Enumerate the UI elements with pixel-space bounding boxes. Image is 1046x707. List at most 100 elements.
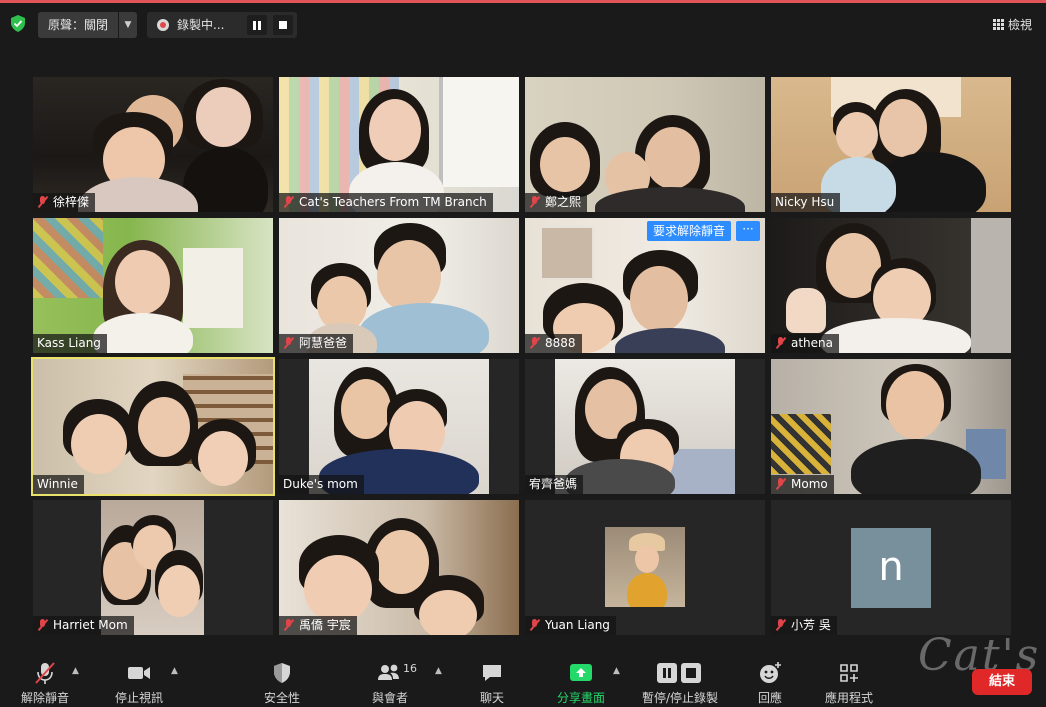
video-feed-shape [196,87,251,147]
share-screen-label: 分享畫面 [556,691,605,705]
reactions-label: 回應 [757,691,782,705]
avatar: n [851,528,931,608]
participant-name: 徐梓傑 [53,195,90,209]
participant-name: 小芳 吳 [791,618,831,632]
mic-muted-icon [37,196,48,208]
security-label: 安全性 [263,691,300,705]
chevron-up-icon[interactable]: ▲ [613,666,623,676]
request-unmute-button[interactable]: 要求解除靜音 [646,221,731,241]
participants-button[interactable]: 16 與會者 [360,652,420,707]
view-label: 檢視 [1007,18,1032,32]
top-bar: 原聲：關閉 ▼ 錄製中... 檢視 [0,3,1046,43]
video-tile[interactable]: Duke's mom [279,359,519,494]
video-tile-active-speaker[interactable]: Winnie [31,357,275,496]
mic-muted-icon [775,619,786,631]
participant-name-tag: Momo [771,475,834,494]
video-feed-shape [115,250,170,314]
video-tile[interactable]: Nicky Hsu [771,77,1011,212]
video-feed-shape [771,414,831,474]
record-icon [157,19,169,31]
chevron-up-icon[interactable]: ▲ [171,666,181,676]
participants-icon [378,664,399,680]
mic-muted-icon [529,619,540,631]
participant-name: athena [791,336,834,350]
video-tile[interactable]: 阿慧爸爸 [279,218,519,353]
video-feed-shape [627,573,667,607]
chevron-down-icon[interactable]: ▼ [119,12,137,38]
unmute-button[interactable]: 解除靜音 [14,652,76,707]
participant-name-tag: Kass Liang [33,334,107,353]
video-feed-shape [341,379,391,439]
video-tile[interactable]: Harriet Mom [33,500,273,635]
mic-muted-icon [283,337,294,349]
participant-name-tag: Nicky Hsu [771,193,841,212]
participant-name: 阿慧爸爸 [299,336,348,350]
participant-name-tag: Duke's mom [279,475,364,494]
participant-name: Winnie [37,477,78,491]
pause-stop-icon [657,663,701,683]
video-feed-shape [836,112,878,158]
mic-muted-icon [283,619,294,631]
participant-name-tag: 鄭之熙 [525,193,588,212]
video-feed-shape [635,545,659,573]
video-tile[interactable]: 要求解除靜音 ··· 8888 [525,218,765,353]
video-feed-shape [369,99,421,161]
smiley-icon [760,662,781,683]
video-feed-shape [304,555,372,623]
video-camera-icon [128,667,150,679]
reactions-button[interactable]: 回應 [745,652,795,707]
video-feed-shape [439,77,519,187]
video-tile[interactable]: Yuan Liang [525,500,765,635]
stop-recording-button[interactable] [273,15,293,35]
mic-muted-icon [283,196,294,208]
video-tile[interactable]: Kass Liang [33,218,273,353]
video-tile[interactable]: n 小芳 吳 [771,500,1011,635]
participant-name-tag: 禹僑 宇宸 [279,616,357,635]
video-tile[interactable]: 鄭之熙 [525,77,765,212]
pause-recording-button[interactable] [247,15,267,35]
mic-muted-icon [775,337,786,349]
video-tile[interactable]: athena [771,218,1011,353]
view-button[interactable]: 檢視 [992,12,1032,38]
video-tile[interactable]: 宥齊爸媽 [525,359,765,494]
video-feed-shape [33,218,103,298]
video-feed-shape [879,99,927,157]
participant-name: Cat's Teachers From TM Branch [299,195,487,209]
video-tile[interactable]: 徐梓傑 [33,77,273,212]
video-tile[interactable]: Cat's Teachers From TM Branch [279,77,519,212]
share-screen-button[interactable]: 分享畫面 [550,652,612,707]
apps-button[interactable]: 應用程式 [818,652,880,707]
video-feed-shape [158,565,200,617]
participant-name: Momo [791,477,828,491]
chevron-up-icon[interactable]: ▲ [435,666,445,676]
chat-button[interactable]: 聊天 [462,652,522,707]
participant-name: Duke's mom [283,477,358,491]
original-sound-button[interactable]: 原聲：關閉 [38,12,118,38]
chevron-up-icon[interactable]: ▲ [72,666,82,676]
participant-name-tag: Winnie [33,475,84,494]
security-button[interactable]: 安全性 [252,652,312,707]
more-options-button[interactable]: ··· [736,221,760,241]
mic-muted-icon [529,337,540,349]
shield-check-icon[interactable] [10,15,26,32]
participant-name-tag: 阿慧爸爸 [279,334,354,353]
pause-stop-recording-label: 暫停/停止錄製 [641,691,719,705]
grid-icon [992,19,1004,30]
video-tile[interactable]: Momo [771,359,1011,494]
participant-name-tag: 徐梓傑 [33,193,96,212]
pause-stop-recording-button[interactable]: 暫停/停止錄製 [636,652,724,707]
video-feed-shape [138,397,190,457]
participant-name: Harriet Mom [53,618,128,632]
stop-video-label: 停止視訊 [114,691,163,705]
video-feed-shape [886,371,944,439]
participant-name-tag: Cat's Teachers From TM Branch [279,193,493,212]
video-feed-shape [665,449,735,494]
chat-bubble-icon [483,665,501,681]
video-tile[interactable]: 禹僑 宇宸 [279,500,519,635]
apps-label: 應用程式 [824,691,873,705]
participant-name-tag: 8888 [525,334,582,353]
video-feed-shape [183,248,243,328]
stop-video-button[interactable]: 停止視訊 [108,652,170,707]
participant-name: 8888 [545,336,576,350]
end-meeting-button[interactable]: 結束 [972,669,1032,695]
